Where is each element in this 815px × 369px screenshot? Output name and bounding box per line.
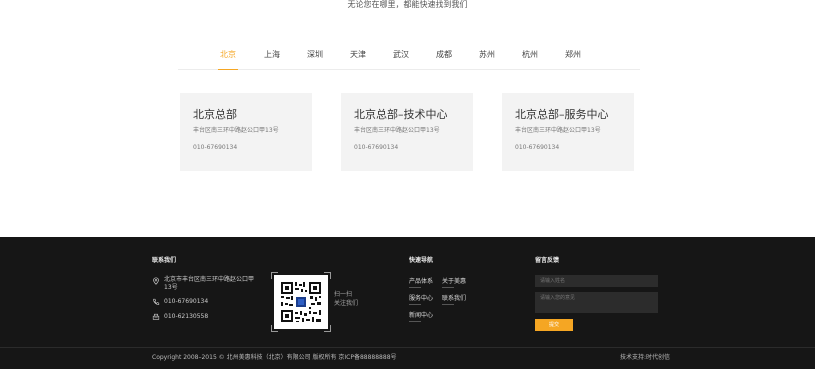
qr-frame-corner bbox=[324, 272, 331, 279]
qr-code-image bbox=[274, 275, 328, 329]
nav-link-contact[interactable]: 联系我们 bbox=[442, 293, 466, 302]
nav-link-underline bbox=[442, 287, 454, 288]
qr-frame-corner bbox=[324, 325, 331, 332]
tab-suzhou[interactable]: 苏州 bbox=[479, 49, 495, 60]
tab-hangzhou[interactable]: 杭州 bbox=[522, 49, 538, 60]
office-card[interactable]: 北京总部–技术中心 丰台区南三环中路赵公口甲13号 010-67690134 bbox=[341, 93, 473, 171]
submit-button[interactable]: 提交 bbox=[535, 319, 573, 331]
office-card[interactable]: 北京总部 丰台区南三环中路赵公口甲13号 010-67690134 bbox=[180, 93, 312, 171]
tab-shanghai[interactable]: 上海 bbox=[264, 49, 280, 60]
contact-fax: 010-62130558 bbox=[164, 313, 209, 320]
fax-icon bbox=[152, 313, 160, 320]
office-phone: 010-67690134 bbox=[515, 144, 560, 151]
tab-tianjin[interactable]: 天津 bbox=[350, 49, 366, 60]
phone-icon bbox=[153, 298, 160, 305]
copyright-text: Copyright 2008–2015 © 北州美惠科技（北京）有限公司 版权所… bbox=[152, 354, 397, 361]
tabs-divider bbox=[178, 69, 640, 70]
qr-caption-2: 关注我们 bbox=[334, 300, 359, 307]
nav-link-underline bbox=[409, 287, 421, 288]
tab-zhengzhou[interactable]: 郑州 bbox=[565, 49, 581, 60]
tab-wuhan[interactable]: 武汉 bbox=[393, 49, 409, 60]
nav-link-underline bbox=[409, 304, 421, 305]
qr-frame-corner bbox=[271, 272, 278, 279]
office-title: 北京总部 bbox=[193, 108, 237, 121]
office-address: 丰台区南三环中路赵公口甲13号 bbox=[515, 127, 601, 134]
qr-code bbox=[271, 272, 331, 332]
qr-frame-corner bbox=[271, 325, 278, 332]
nav-link-products[interactable]: 产品体系 bbox=[409, 276, 433, 285]
tab-beijing[interactable]: 北京 bbox=[220, 49, 236, 60]
footer-divider bbox=[0, 347, 815, 348]
name-input[interactable] bbox=[535, 275, 658, 287]
qr-caption: 扫一扫 bbox=[334, 291, 353, 298]
active-tab-indicator bbox=[218, 69, 238, 70]
office-phone: 010-67690134 bbox=[193, 144, 238, 151]
office-address: 丰台区南三环中路赵公口甲13号 bbox=[354, 127, 440, 134]
nav-link-about[interactable]: 关于美惠 bbox=[442, 276, 466, 285]
tech-support-link[interactable]: 技术支持:时代创信 bbox=[620, 354, 670, 362]
office-phone: 010-67690134 bbox=[354, 144, 399, 151]
contact-address-line2: 13号 bbox=[164, 284, 178, 291]
nav-link-underline bbox=[442, 304, 454, 305]
nav-link-underline bbox=[409, 321, 421, 322]
contact-heading: 联系我们 bbox=[152, 257, 177, 264]
feedback-heading: 留言反馈 bbox=[535, 257, 560, 264]
contact-phone: 010-67690134 bbox=[164, 298, 209, 305]
tab-chengdu[interactable]: 成都 bbox=[436, 49, 452, 60]
office-address: 丰台区南三环中路赵公口甲13号 bbox=[193, 127, 279, 134]
nav-heading: 快速导航 bbox=[409, 257, 434, 264]
office-card[interactable]: 北京总部–服务中心 丰台区南三环中路赵公口甲13号 010-67690134 bbox=[502, 93, 634, 171]
nav-link-news[interactable]: 新闻中心 bbox=[409, 310, 433, 319]
site-footer: 联系我们 北京市丰台区南三环中路赵公口甲 13号 010-67690134 01… bbox=[0, 237, 815, 369]
nav-link-service[interactable]: 服务中心 bbox=[409, 293, 433, 302]
office-title: 北京总部–技术中心 bbox=[354, 108, 448, 121]
location-icon bbox=[153, 277, 159, 285]
office-title: 北京总部–服务中心 bbox=[515, 108, 609, 121]
tab-shenzhen[interactable]: 深圳 bbox=[307, 49, 323, 60]
contact-address: 北京市丰台区南三环中路赵公口甲 bbox=[164, 276, 255, 283]
message-textarea[interactable] bbox=[535, 292, 658, 313]
section-subtitle: 无论您在哪里，都能快速找到我们 bbox=[347, 0, 468, 9]
